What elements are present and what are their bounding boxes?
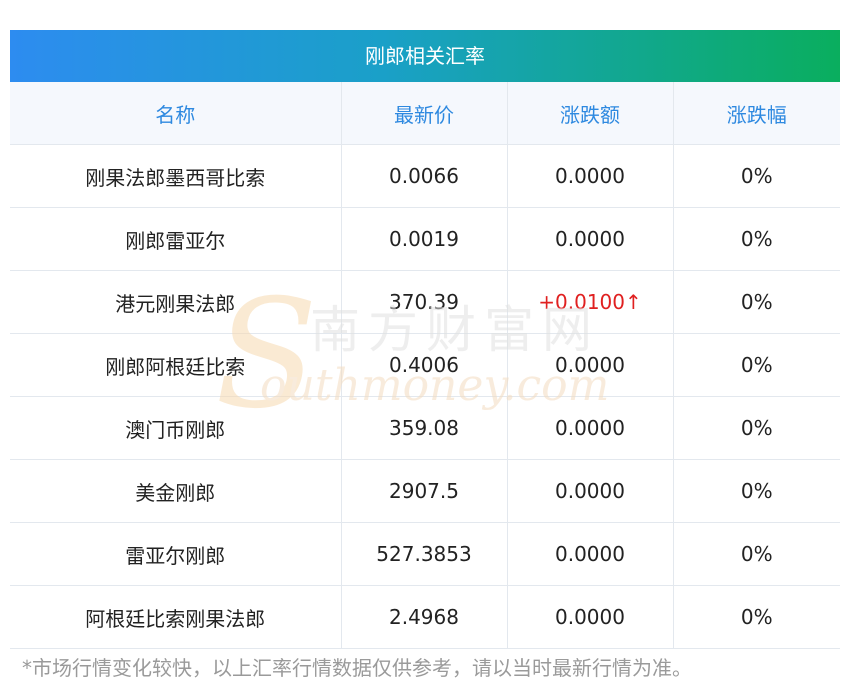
row-name: 港元刚果法郎: [10, 270, 342, 334]
row-name: 阿根廷比索刚果法郎: [10, 585, 342, 649]
row-change: 0.0000: [507, 585, 674, 649]
row-pct: 0%: [673, 333, 840, 397]
row-change: 0.0000: [507, 459, 674, 523]
table-header-row: 名称 最新价 涨跌额 涨跌幅: [10, 82, 840, 145]
table-row[interactable]: 雷亚尔刚郎 527.3853 0.0000 0%: [10, 522, 840, 586]
row-pct: 0%: [673, 144, 840, 208]
row-price: 527.3853: [341, 522, 508, 586]
row-pct: 0%: [673, 270, 840, 334]
table-row[interactable]: 澳门币刚郎 359.08 0.0000 0%: [10, 396, 840, 460]
row-price: 0.0066: [341, 144, 508, 208]
row-name: 美金刚郎: [10, 459, 342, 523]
rate-table: 名称 最新价 涨跌额 涨跌幅 刚果法郎墨西哥比索 0.0066 0.0000 0…: [10, 82, 840, 649]
header-price: 最新价: [341, 82, 508, 145]
row-price: 2.4968: [341, 585, 508, 649]
row-price: 2907.5: [341, 459, 508, 523]
table-row[interactable]: 港元刚果法郎 370.39 +0.0100↑ 0%: [10, 270, 840, 334]
row-pct: 0%: [673, 207, 840, 271]
row-change-up: +0.0100↑: [507, 270, 674, 334]
table-row[interactable]: 刚郎阿根廷比索 0.4006 0.0000 0%: [10, 333, 840, 397]
row-change: 0.0000: [507, 207, 674, 271]
row-price: 370.39: [341, 270, 508, 334]
header-name: 名称: [10, 82, 342, 145]
row-change: 0.0000: [507, 144, 674, 208]
row-price: 359.08: [341, 396, 508, 460]
header-pct: 涨跌幅: [673, 82, 840, 145]
rate-panel: 刚郎相关汇率 名称 最新价 涨跌额 涨跌幅 刚果法郎墨西哥比索 0.0066 0…: [10, 30, 840, 649]
row-name: 雷亚尔刚郎: [10, 522, 342, 586]
row-name: 刚郎阿根廷比索: [10, 333, 342, 397]
row-price: 0.4006: [341, 333, 508, 397]
row-pct: 0%: [673, 459, 840, 523]
panel-title: 刚郎相关汇率: [10, 30, 840, 82]
disclaimer-note: *市场行情变化较快，以上汇率行情数据仅供参考，请以当时最新行情为准。: [22, 656, 692, 680]
row-price: 0.0019: [341, 207, 508, 271]
row-pct: 0%: [673, 522, 840, 586]
table-row[interactable]: 阿根廷比索刚果法郎 2.4968 0.0000 0%: [10, 585, 840, 649]
row-name: 刚果法郎墨西哥比索: [10, 144, 342, 208]
header-change: 涨跌额: [507, 82, 674, 145]
row-pct: 0%: [673, 396, 840, 460]
table-row[interactable]: 美金刚郎 2907.5 0.0000 0%: [10, 459, 840, 523]
row-change: 0.0000: [507, 396, 674, 460]
row-name: 澳门币刚郎: [10, 396, 342, 460]
row-change: 0.0000: [507, 333, 674, 397]
row-name: 刚郎雷亚尔: [10, 207, 342, 271]
row-change: 0.0000: [507, 522, 674, 586]
row-pct: 0%: [673, 585, 840, 649]
table-row[interactable]: 刚郎雷亚尔 0.0019 0.0000 0%: [10, 207, 840, 271]
table-row[interactable]: 刚果法郎墨西哥比索 0.0066 0.0000 0%: [10, 144, 840, 208]
